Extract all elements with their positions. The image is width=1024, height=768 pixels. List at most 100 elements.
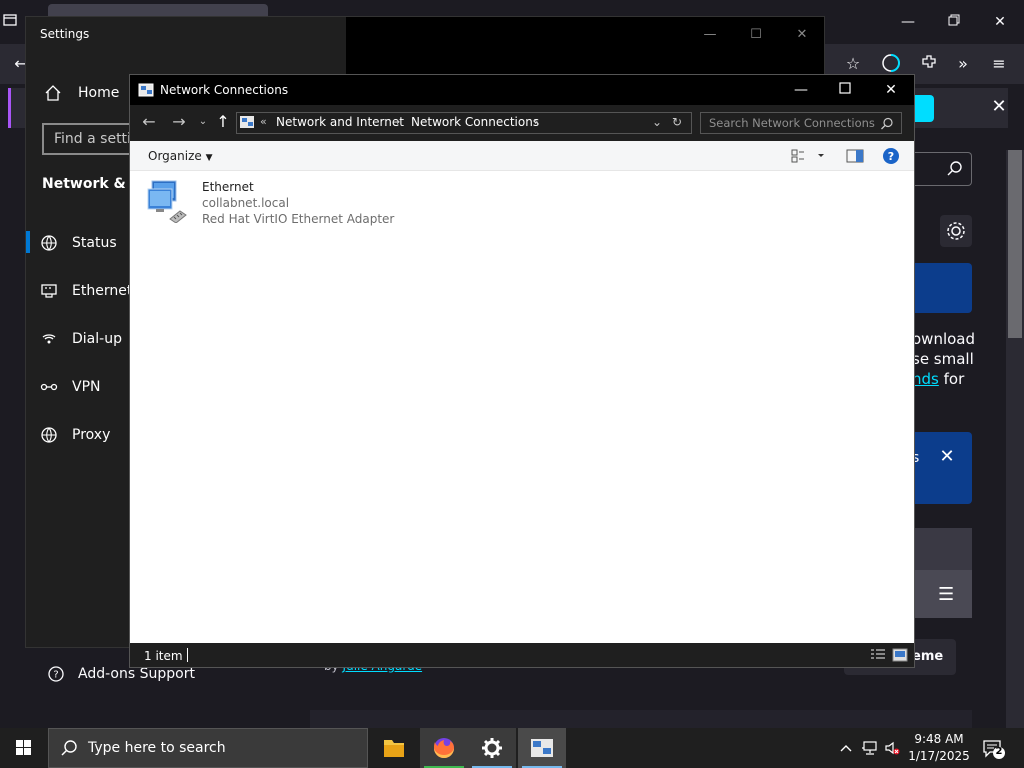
browser-close-icon[interactable]: ✕ [990, 12, 1010, 32]
search-icon[interactable] [946, 160, 964, 178]
nav-item-vpn[interactable]: VPN [26, 375, 101, 399]
volume-muted-icon[interactable] [884, 740, 900, 756]
nc-title: Network Connections [160, 83, 289, 97]
page-footer-area [310, 710, 972, 728]
taskbar-settings[interactable] [468, 728, 516, 768]
taskbar-clock[interactable]: 9:48 AM 1/17/2025 [904, 731, 974, 765]
overflow-chevron-icon[interactable]: » [952, 53, 974, 75]
taskbar-network-connections[interactable] [518, 728, 566, 768]
large-icons-view-icon[interactable] [892, 647, 908, 662]
tab-list-icon[interactable] [0, 12, 20, 32]
hamburger-menu-icon[interactable]: ≡ [988, 53, 1010, 75]
settings-home[interactable]: Home [44, 83, 119, 103]
taskbar-search-placeholder: Type here to search [88, 740, 226, 756]
promo-banner[interactable] [912, 263, 972, 313]
nav-label: Proxy [72, 427, 111, 443]
nav-item-status[interactable]: Status [26, 231, 117, 255]
nav-item-dialup[interactable]: Dial-up [26, 327, 122, 351]
nc-close-icon[interactable]: ✕ [882, 81, 900, 99]
nc-forward-icon[interactable]: → [170, 113, 188, 131]
taskbar-file-explorer[interactable] [370, 728, 418, 768]
windows-logo-icon [16, 740, 31, 755]
organize-menu[interactable]: Organize ▼ [148, 149, 213, 163]
account-icon[interactable] [880, 53, 902, 75]
breadcrumb-network-connections[interactable]: Network Connections [411, 115, 539, 129]
connection-name: Ethernet [202, 180, 254, 194]
network-tray-icon[interactable] [862, 740, 878, 756]
breadcrumb-separator[interactable]: › [534, 115, 538, 128]
scrollbar-thumb[interactable] [1008, 150, 1022, 338]
browser-restore-icon[interactable] [944, 12, 964, 32]
nc-maximize-icon[interactable] [836, 81, 854, 99]
dialup-icon [42, 334, 56, 344]
item-count: 1 item [144, 649, 183, 663]
nav-label: Ethernet [72, 283, 133, 299]
promo-text-rest: for [938, 370, 965, 388]
svg-text:?: ? [53, 670, 58, 681]
nc-minimize-icon[interactable]: — [792, 81, 810, 99]
ethernet-connection-item[interactable]: Ethernet collabnet.local Red Hat VirtIO … [146, 179, 406, 229]
nc-search-input[interactable]: Search Network Connections [700, 112, 902, 134]
firefox-icon [434, 738, 454, 758]
nc-back-icon[interactable]: ← [140, 113, 158, 131]
nc-search-icon[interactable] [880, 116, 894, 130]
info-notice-close-icon[interactable]: ✕ [936, 446, 958, 468]
theme-button-label: eme [912, 649, 944, 664]
settings-gear-button[interactable] [940, 215, 972, 247]
organize-label: Organize [148, 149, 202, 163]
help-circle-icon: ? [48, 666, 64, 682]
network-folder-icon [138, 82, 154, 98]
home-label: Home [78, 85, 120, 101]
svg-text:?: ? [888, 150, 894, 163]
preview-pane-icon[interactable] [846, 148, 864, 164]
promo-text-line2: se small [912, 350, 974, 368]
clock-date: 1/17/2025 [908, 749, 970, 763]
help-icon[interactable]: ? [882, 147, 900, 165]
show-hidden-icons-chevron-icon[interactable] [838, 740, 854, 756]
notification-action-button[interactable] [912, 95, 934, 122]
info-notice [912, 432, 972, 504]
nav-label: Dial-up [72, 331, 122, 347]
view-details-icon [791, 149, 824, 163]
details-view-icon[interactable] [870, 647, 886, 661]
address-dropdown-icon[interactable]: ⌄ [652, 115, 662, 129]
address-network-icon [239, 114, 255, 130]
nav-label: VPN [72, 379, 101, 395]
change-view-button[interactable] [790, 148, 826, 164]
action-center-button[interactable]: 2 [982, 738, 1006, 760]
extensions-icon[interactable] [918, 53, 940, 75]
nc-recent-chevron-icon[interactable]: ⌄ [194, 113, 212, 131]
ethernet-icon [41, 284, 57, 298]
status-divider [187, 648, 188, 662]
settings-close-icon[interactable]: ✕ [794, 27, 810, 43]
gear-icon [482, 738, 502, 758]
breadcrumb-network-internet[interactable]: Network and Internet [276, 115, 404, 129]
network-window-icon [531, 739, 553, 757]
taskbar-search-icon [60, 739, 78, 757]
browser-minimize-icon[interactable]: — [898, 12, 918, 32]
globe-icon [41, 427, 57, 443]
card-menu-icon[interactable]: ☰ [938, 586, 960, 604]
folder-icon [384, 740, 404, 757]
clock-time: 9:48 AM [914, 732, 964, 746]
nc-content-area [130, 171, 914, 643]
nav-label: Status [72, 235, 117, 251]
promo-text-line3: nds for [912, 370, 964, 388]
refresh-icon[interactable]: ↻ [672, 115, 682, 129]
connection-domain: collabnet.local [202, 196, 290, 210]
settings-maximize-icon[interactable]: ☐ [748, 27, 764, 43]
nav-item-proxy[interactable]: Proxy [26, 423, 110, 447]
globe-status-icon [41, 235, 57, 251]
nc-up-icon[interactable]: ↑ [214, 113, 232, 131]
settings-minimize-icon[interactable]: — [702, 27, 718, 43]
promo-link[interactable]: nds [912, 370, 939, 388]
breadcrumb-overflow[interactable]: « [260, 115, 267, 128]
settings-title: Settings [40, 27, 90, 41]
bookmark-star-icon[interactable]: ☆ [842, 53, 864, 75]
start-button[interactable] [0, 728, 48, 768]
taskbar-firefox[interactable] [420, 728, 468, 768]
breadcrumb-separator[interactable]: › [396, 115, 400, 128]
notification-close-icon[interactable]: ✕ [988, 96, 1010, 118]
nav-item-ethernet[interactable]: Ethernet [26, 279, 132, 303]
ethernet-adapter-icon [146, 179, 188, 224]
